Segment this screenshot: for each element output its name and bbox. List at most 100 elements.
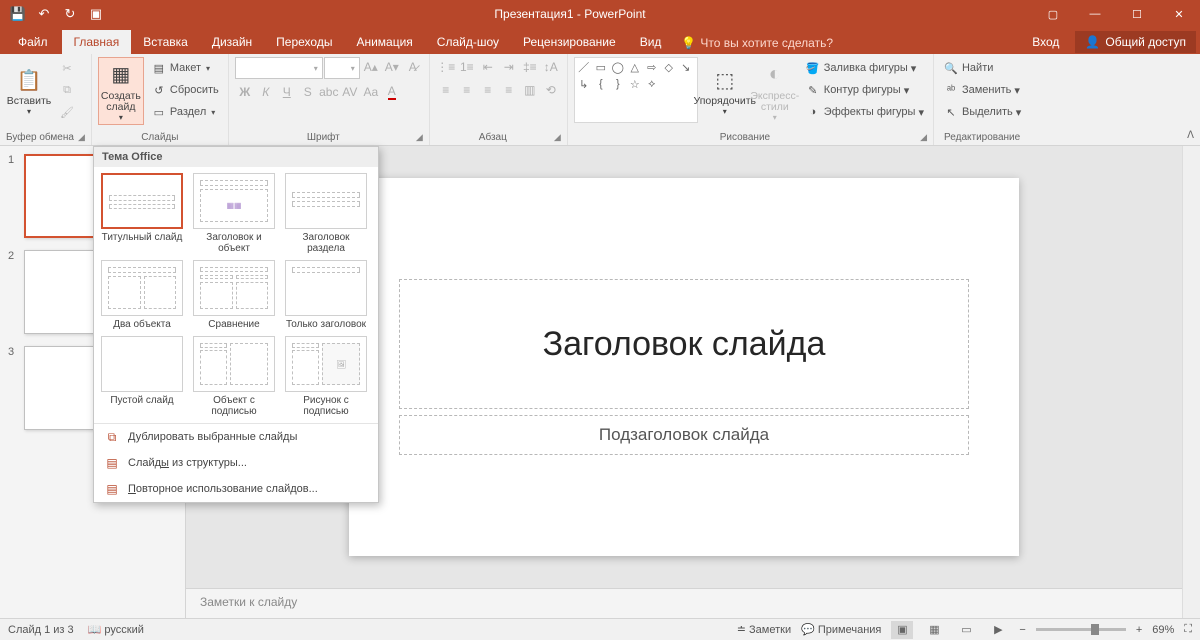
- undo-icon[interactable]: ↶: [32, 2, 56, 26]
- share-button[interactable]: 👤 Общий доступ: [1075, 31, 1196, 53]
- layout-comparison[interactable]: Сравнение: [192, 260, 276, 330]
- slides-from-outline-command[interactable]: ▤Слайды из структуры...: [94, 450, 378, 476]
- cut-button[interactable]: ✂: [56, 57, 78, 79]
- layout-title-content[interactable]: ▦▦ Заголовок и объект: [192, 173, 276, 254]
- subtitle-placeholder[interactable]: Подзаголовок слайда: [399, 415, 969, 455]
- shape-arrow-icon[interactable]: ⇨: [645, 60, 659, 74]
- dialog-launcher-icon[interactable]: ◢: [78, 132, 85, 143]
- arrange-button[interactable]: ⬚ Упорядочить ▾: [702, 57, 748, 125]
- shape-brace2-icon[interactable]: }: [611, 77, 625, 91]
- find-button[interactable]: 🔍Найти: [940, 57, 1024, 79]
- reading-view-icon[interactable]: ▭: [955, 621, 977, 639]
- zoom-in-icon[interactable]: +: [1136, 624, 1142, 636]
- dialog-launcher-icon[interactable]: ◢: [920, 132, 927, 143]
- tab-animations[interactable]: Анимация: [344, 30, 424, 54]
- change-case-icon[interactable]: Aa: [361, 82, 381, 102]
- shape-star-icon[interactable]: ☆: [628, 77, 642, 91]
- copy-button[interactable]: ⧉: [56, 79, 78, 101]
- collapse-ribbon-icon[interactable]: ᐱ: [1187, 130, 1194, 141]
- align-center-icon[interactable]: ≡: [457, 80, 477, 100]
- shape-rect-icon[interactable]: ▭: [594, 60, 608, 74]
- title-placeholder[interactable]: Заголовок слайда: [399, 279, 969, 409]
- reset-button[interactable]: ↺Сбросить: [148, 79, 222, 101]
- maximize-icon[interactable]: ☐: [1116, 0, 1158, 28]
- notes-toggle[interactable]: ≐ Заметки: [737, 623, 791, 636]
- quick-styles-button[interactable]: ◐ Экспресс- стили ▾: [752, 57, 798, 125]
- increase-font-icon[interactable]: A▴: [361, 57, 381, 77]
- char-spacing-icon[interactable]: AV: [340, 82, 360, 102]
- close-icon[interactable]: ✕: [1158, 0, 1200, 28]
- slideshow-view-icon[interactable]: ▶: [987, 621, 1009, 639]
- notes-pane[interactable]: Заметки к слайду: [186, 588, 1182, 618]
- tab-insert[interactable]: Вставка: [131, 30, 200, 54]
- sorter-view-icon[interactable]: ▦: [923, 621, 945, 639]
- layout-content-caption[interactable]: Объект с подписью: [192, 336, 276, 417]
- dialog-launcher-icon[interactable]: ◢: [416, 132, 423, 143]
- layout-two-content[interactable]: Два объекта: [100, 260, 184, 330]
- tab-slideshow[interactable]: Слайд-шоу: [425, 30, 511, 54]
- shape-callout-icon[interactable]: ⟡: [645, 77, 659, 91]
- format-painter-button[interactable]: 🖌: [56, 101, 78, 123]
- replace-button[interactable]: ᵃᵇЗаменить ▾: [940, 79, 1024, 101]
- align-left-icon[interactable]: ≡: [436, 80, 456, 100]
- shape-ellipse-icon[interactable]: ◯: [611, 60, 625, 74]
- zoom-out-icon[interactable]: −: [1019, 624, 1025, 636]
- language-indicator[interactable]: 📖 русский: [88, 623, 144, 636]
- tab-review[interactable]: Рецензирование: [511, 30, 628, 54]
- strikethrough-icon[interactable]: S: [298, 82, 318, 102]
- shape-brace-icon[interactable]: {: [594, 77, 608, 91]
- smartart-icon[interactable]: ⟲: [541, 80, 561, 100]
- minimize-icon[interactable]: —: [1074, 0, 1116, 28]
- comments-toggle[interactable]: 💬 Примечания: [801, 623, 881, 636]
- justify-icon[interactable]: ≡: [499, 80, 519, 100]
- shape-line2-icon[interactable]: ↘: [679, 60, 693, 74]
- shapes-gallery[interactable]: ／ ▭ ◯ △ ⇨ ◇ ↘ ↳ { } ☆ ⟡: [574, 57, 698, 123]
- save-icon[interactable]: 💾: [6, 2, 30, 26]
- italic-icon[interactable]: К: [256, 82, 276, 102]
- numbering-icon[interactable]: 1≡: [457, 57, 477, 77]
- zoom-slider[interactable]: [1036, 628, 1126, 631]
- shadow-icon[interactable]: abc: [319, 82, 339, 102]
- new-slide-button[interactable]: ▦ Создать слайд ▾: [98, 57, 144, 125]
- layout-button[interactable]: ▤Макет ▾: [148, 57, 222, 79]
- layout-title-slide[interactable]: Титульный слайд: [100, 173, 184, 254]
- tab-transitions[interactable]: Переходы: [264, 30, 344, 54]
- text-direction-icon[interactable]: ↕A: [541, 57, 561, 77]
- clear-formatting-icon[interactable]: A̷: [403, 57, 423, 77]
- underline-icon[interactable]: Ч: [277, 82, 297, 102]
- login-link[interactable]: Вход: [1024, 30, 1067, 54]
- section-button[interactable]: ▭Раздел ▾: [148, 101, 222, 123]
- bold-icon[interactable]: Ж: [235, 82, 255, 102]
- layout-title-only[interactable]: Только заголовок: [284, 260, 368, 330]
- tab-view[interactable]: Вид: [628, 30, 674, 54]
- ribbon-options-icon[interactable]: ▢: [1032, 0, 1074, 28]
- fit-to-window-icon[interactable]: ⛶: [1184, 623, 1192, 636]
- select-button[interactable]: ↖Выделить ▾: [940, 101, 1024, 123]
- columns-icon[interactable]: ▥: [520, 80, 540, 100]
- font-size-combo[interactable]: ▾: [324, 57, 360, 79]
- duplicate-slides-command[interactable]: ⧉ДДублировать выбранные слайдыублировать…: [94, 424, 378, 450]
- font-family-combo[interactable]: ▾: [235, 57, 323, 79]
- layout-blank[interactable]: Пустой слайд: [100, 336, 184, 417]
- shape-fill-button[interactable]: 🪣Заливка фигуры ▾: [802, 57, 927, 79]
- reuse-slides-command[interactable]: ▤Повторное использование слайдов...: [94, 476, 378, 502]
- shape-outline-button[interactable]: ✎Контур фигуры ▾: [802, 79, 927, 101]
- decrease-font-icon[interactable]: A▾: [382, 57, 402, 77]
- increase-indent-icon[interactable]: ⇥: [499, 57, 519, 77]
- shape-diamond-icon[interactable]: ◇: [662, 60, 676, 74]
- start-from-beginning-icon[interactable]: ▣: [84, 2, 108, 26]
- tab-file[interactable]: Файл: [4, 30, 62, 54]
- zoom-level[interactable]: 69%: [1152, 624, 1174, 636]
- paste-button[interactable]: 📋 Вставить ▾: [6, 57, 52, 125]
- layout-picture-caption[interactable]: 🖼 Рисунок с подписью: [284, 336, 368, 417]
- align-right-icon[interactable]: ≡: [478, 80, 498, 100]
- tab-design[interactable]: Дизайн: [200, 30, 264, 54]
- shape-effects-button[interactable]: ◑Эффекты фигуры ▾: [802, 101, 927, 123]
- redo-icon[interactable]: ↻: [58, 2, 82, 26]
- decrease-indent-icon[interactable]: ⇤: [478, 57, 498, 77]
- shape-triangle-icon[interactable]: △: [628, 60, 642, 74]
- shape-line-icon[interactable]: ／: [577, 60, 591, 74]
- dialog-launcher-icon[interactable]: ◢: [554, 132, 561, 143]
- bullets-icon[interactable]: ⋮≡: [436, 57, 456, 77]
- vertical-scrollbar[interactable]: [1182, 146, 1200, 618]
